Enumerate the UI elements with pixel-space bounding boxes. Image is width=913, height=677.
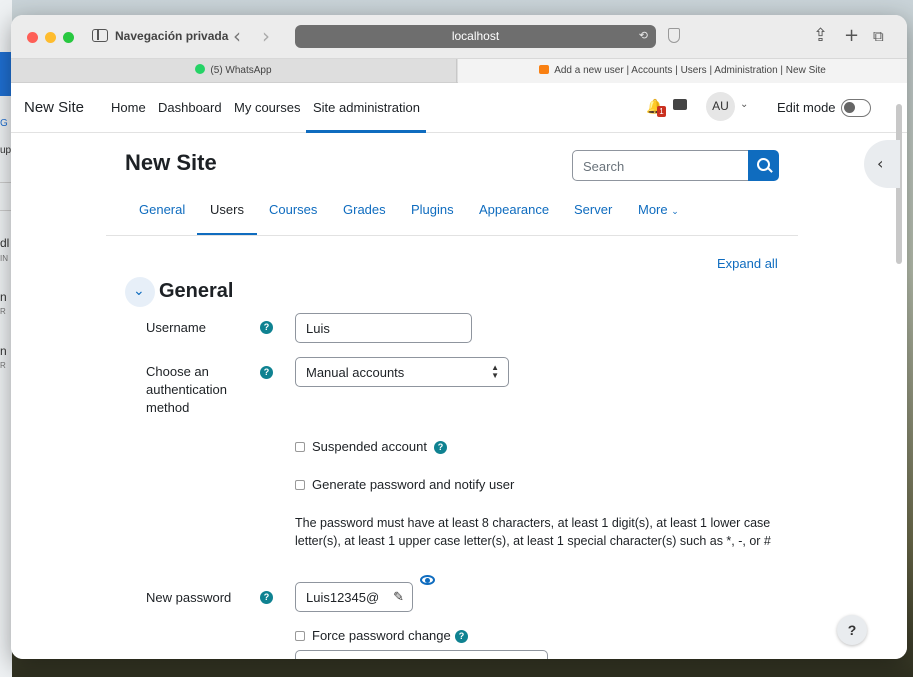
pencil-icon[interactable]: ✎: [393, 590, 404, 605]
minimize-window-button[interactable]: [45, 32, 56, 43]
chevron-down-icon: ⌄: [671, 207, 679, 217]
expand-all-link[interactable]: Expand all: [717, 256, 778, 271]
browser-window: Navegación privada ‹ › localhost ⟲ ⇪ + ⧉…: [11, 15, 907, 659]
auth-method-value: Manual accounts: [306, 365, 405, 380]
chevron-left-icon: ‹: [877, 154, 884, 173]
edit-mode-toggle[interactable]: [841, 99, 871, 117]
page-title: New Site: [125, 150, 217, 175]
force-password-change-checkbox[interactable]: [295, 631, 305, 641]
tab-appearance[interactable]: Appearance: [479, 202, 549, 217]
edit-mode-label: Edit mode: [777, 100, 836, 115]
generate-password-label: Generate password and notify user: [312, 477, 515, 492]
tab-general[interactable]: General: [139, 202, 185, 217]
help-icon[interactable]: ?: [260, 366, 273, 379]
nav-dashboard[interactable]: Dashboard: [158, 100, 222, 115]
new-password-value: Luis12345@: [306, 590, 380, 605]
secondary-nav-divider: [106, 235, 798, 236]
forward-arrow-icon[interactable]: ›: [262, 24, 270, 48]
primary-navbar: New Site Home Dashboard My courses Site …: [11, 84, 907, 133]
tab-more-label: More: [638, 202, 668, 217]
moodle-icon: [539, 65, 550, 74]
section-heading: General: [159, 280, 234, 302]
force-password-change-label: Force password change: [312, 628, 451, 643]
tab-whatsapp[interactable]: (5) WhatsApp: [11, 59, 457, 83]
new-password-label: New password: [146, 590, 232, 605]
username-field[interactable]: Luis: [295, 313, 472, 343]
browser-titlebar: Navegación privada ‹ › localhost ⟲ ⇪ + ⧉: [11, 15, 907, 59]
tab-label: Add a new user | Accounts | Users | Admi…: [554, 65, 826, 76]
whatsapp-icon: [195, 64, 206, 74]
tab-users[interactable]: Users: [210, 202, 244, 217]
help-icon[interactable]: ?: [260, 591, 273, 604]
search-input[interactable]: Search: [572, 150, 749, 181]
auth-method-select[interactable]: Manual accounts ▲ ▼: [295, 357, 509, 387]
tab-courses[interactable]: Courses: [269, 202, 317, 217]
nav-active-indicator: [306, 130, 426, 133]
suspended-checkbox[interactable]: [295, 442, 305, 452]
tab-overview-icon[interactable]: ⧉: [873, 27, 884, 45]
generate-password-checkbox[interactable]: [295, 480, 305, 490]
nav-home[interactable]: Home: [111, 100, 146, 115]
page-content: New Site Home Dashboard My courses Site …: [11, 84, 907, 659]
close-window-button[interactable]: [27, 32, 38, 43]
browser-tab-bar: (5) WhatsApp Add a new user | Accounts |…: [11, 59, 907, 83]
tab-label: (5) WhatsApp: [210, 65, 272, 76]
select-arrows-icon: ▲ ▼: [491, 363, 499, 380]
page-help-button[interactable]: ?: [837, 615, 867, 645]
toggle-knob: [844, 102, 855, 113]
tab-server[interactable]: Server: [574, 202, 612, 217]
site-brand[interactable]: New Site: [24, 99, 84, 116]
address-text: localhost: [451, 29, 500, 43]
notification-count-badge: 1: [657, 106, 666, 117]
help-icon[interactable]: ?: [455, 630, 468, 643]
user-menu-chevron-down-icon[interactable]: ⌄: [740, 99, 748, 110]
user-avatar[interactable]: AU: [706, 92, 735, 121]
new-tab-icon[interactable]: +: [844, 25, 859, 46]
translate-reload-icons[interactable]: ⟲: [639, 25, 648, 48]
auth-method-label: Choose an authentication method: [146, 364, 227, 415]
username-label: Username: [146, 320, 206, 335]
reveal-password-eye-icon[interactable]: [420, 575, 435, 585]
search-button[interactable]: [748, 150, 779, 181]
tab-grades[interactable]: Grades: [343, 202, 386, 217]
chevron-down-icon: ⌄: [133, 283, 145, 299]
suspended-label: Suspended account: [312, 439, 427, 454]
tab-more[interactable]: More ⌄: [638, 202, 679, 217]
nav-site-administration[interactable]: Site administration: [313, 100, 420, 115]
help-icon[interactable]: ?: [434, 441, 447, 454]
zoom-window-button[interactable]: [63, 32, 74, 43]
new-password-field[interactable]: Luis12345@ ✎: [295, 582, 413, 612]
privacy-shield-icon[interactable]: [668, 28, 680, 43]
share-icon[interactable]: ⇪: [813, 25, 828, 46]
nav-my-courses[interactable]: My courses: [234, 100, 300, 115]
messages-icon[interactable]: [673, 99, 687, 110]
tab-add-new-user[interactable]: Add a new user | Accounts | Users | Admi…: [458, 59, 907, 83]
sidebar-toggle-icon[interactable]: [92, 29, 108, 42]
help-icon[interactable]: ?: [260, 321, 273, 334]
tab-plugins[interactable]: Plugins: [411, 202, 454, 217]
next-field-partial[interactable]: [295, 650, 548, 659]
back-arrow-icon[interactable]: ‹: [233, 24, 241, 48]
address-bar[interactable]: localhost ⟲: [295, 25, 656, 48]
private-browsing-label: Navegación privada: [115, 29, 229, 43]
password-policy-note: The password must have at least 8 charac…: [295, 516, 771, 548]
